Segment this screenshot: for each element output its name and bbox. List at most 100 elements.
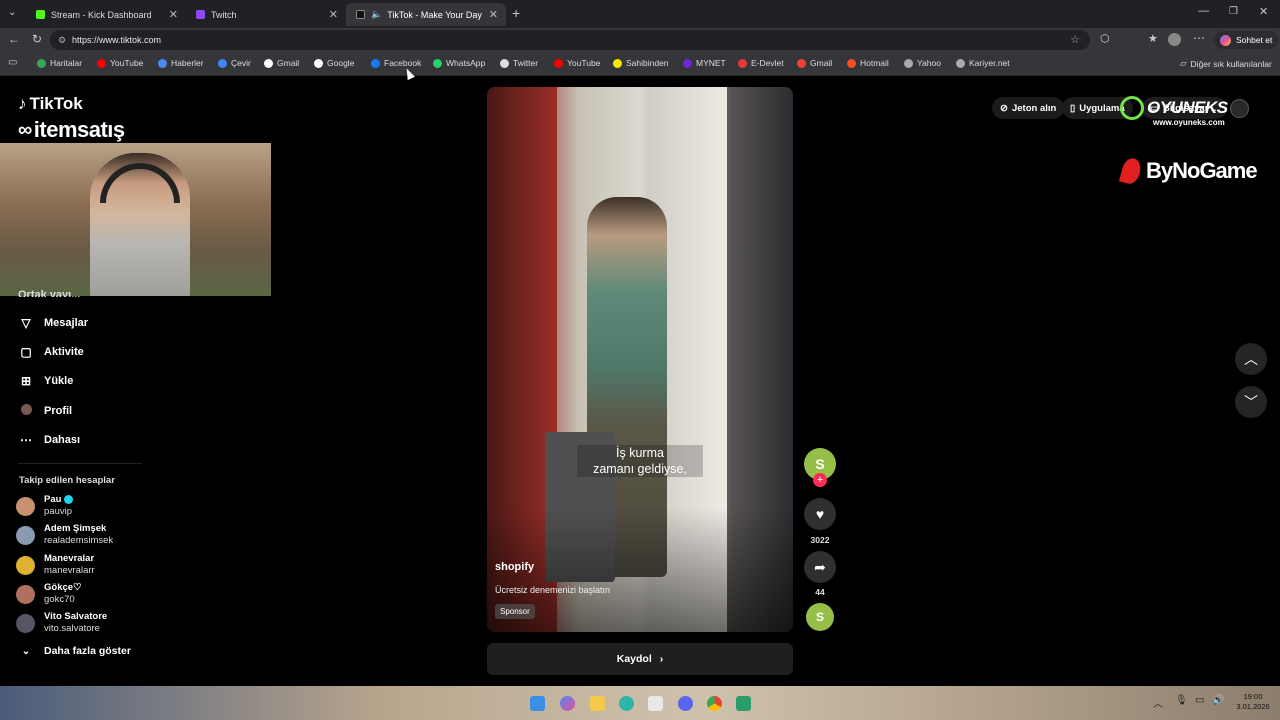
bookmark-favicon-icon xyxy=(738,58,747,68)
sidebar-item-aktivite[interactable]: ▢ Aktivite xyxy=(18,345,84,359)
close-tab-icon[interactable]: ✕ xyxy=(169,8,178,21)
bookmark-item[interactable]: Gmail xyxy=(797,58,832,68)
bookmark-item[interactable]: E-Devlet xyxy=(738,58,784,68)
bookmark-item[interactable]: WhatsApp xyxy=(433,58,485,68)
share-arrow-icon: ➦ xyxy=(814,558,826,575)
avatar xyxy=(16,556,35,575)
bookmark-item[interactable]: Facebook xyxy=(371,58,421,68)
bookmark-favicon-icon xyxy=(904,58,913,68)
message-icon: ▢ xyxy=(20,345,32,359)
edge-icon[interactable] xyxy=(619,696,634,711)
favorite-star-icon[interactable]: ☆ xyxy=(1070,30,1080,50)
sidebar-item-label: Mesajlar xyxy=(44,317,89,329)
following-account[interactable]: Manevralar manevralarr xyxy=(16,553,95,577)
bookmark-item[interactable]: Gmail xyxy=(264,58,299,68)
bookmark-favicon-icon xyxy=(797,58,806,68)
chrome-icon[interactable] xyxy=(707,696,722,711)
bookmark-label: Haberler xyxy=(171,58,204,68)
bynogame-flame-icon xyxy=(1118,156,1144,186)
sidebar-item-profil[interactable]: Profil xyxy=(18,404,72,418)
tab-tiktok[interactable]: 🔈 TikTok - Make Your Day ✕ xyxy=(346,3,506,26)
restore-button[interactable]: ❐ xyxy=(1229,6,1238,17)
sidebar-item-yukle[interactable]: ⊞ Yükle xyxy=(18,374,73,388)
microphone-icon[interactable]: 🎙 xyxy=(1175,695,1188,706)
bookmark-item[interactable]: YouTube xyxy=(97,58,143,68)
profile-avatar[interactable] xyxy=(1168,33,1181,46)
like-button[interactable]: ♥ xyxy=(804,498,836,530)
bookmark-label: Facebook xyxy=(384,58,422,68)
bookmark-item[interactable]: Kariyer.net xyxy=(956,58,1010,68)
close-tab-icon[interactable]: ✕ xyxy=(489,8,498,21)
bookmark-item[interactable]: Haberler xyxy=(158,58,204,68)
bookmark-item[interactable]: MYNET xyxy=(683,58,726,68)
bynogame-text: ByNoGame xyxy=(1146,158,1258,183)
bookmark-item[interactable]: Yahoo xyxy=(904,58,941,68)
bookmark-label: Haritalar xyxy=(50,58,83,68)
url-input[interactable]: ⚙ https://www.tiktok.com ☆ xyxy=(50,30,1090,50)
following-account[interactable]: Gökçe♡ gokc70 xyxy=(16,582,82,606)
tab-kick[interactable]: Stream - Kick Dashboard ✕ xyxy=(26,3,186,26)
bookmark-item[interactable]: Haritalar xyxy=(37,58,82,68)
sidebar-toggle-icon[interactable]: ▭ xyxy=(8,57,17,68)
follow-plus-button[interactable]: + xyxy=(813,473,827,487)
account-handle: vito.salvatore xyxy=(44,623,100,634)
tray-chevron-icon[interactable]: ︿ xyxy=(1153,695,1163,710)
discord-icon[interactable] xyxy=(678,696,693,711)
app-icon[interactable] xyxy=(736,696,751,711)
back-icon[interactable]: ← xyxy=(8,32,20,46)
site-info-icon[interactable]: ⚙ xyxy=(58,30,66,50)
sidebar-item-label: Ortak yayı... xyxy=(18,289,81,297)
close-window-button[interactable]: ✕ xyxy=(1259,5,1268,18)
favorites-icon[interactable]: ★ xyxy=(1148,32,1158,45)
display-icon[interactable]: ▭ xyxy=(1195,695,1204,706)
reload-icon[interactable]: ↻ xyxy=(32,32,42,46)
tiktok-logo-text: TikTok xyxy=(29,94,83,113)
minimize-button[interactable]: — xyxy=(1198,5,1209,17)
bookmark-item[interactable]: YouTube xyxy=(554,58,600,68)
clock-date: 3.01.2026 xyxy=(1236,702,1270,711)
folder-icon: ▱ xyxy=(1180,58,1187,68)
following-account[interactable]: Vito Salvatore vito.salvatore xyxy=(16,611,107,635)
bookmarks-bar: ▭ Haritalar YouTube Haberler Çevir Gmail Goog… xyxy=(0,52,1280,76)
sidebar-item-label: Aktivite xyxy=(44,346,84,358)
copilot-button[interactable]: Sohbet et xyxy=(1214,31,1279,49)
show-more-button[interactable]: ⌄ Daha fazla göster xyxy=(18,645,131,657)
start-icon[interactable] xyxy=(530,696,545,711)
bookmark-item[interactable]: Hotmail xyxy=(847,58,889,68)
tab-twitch[interactable]: Twitch ✕ xyxy=(186,3,346,26)
music-disc-button[interactable]: S xyxy=(806,603,834,631)
next-video-button[interactable]: ﹀ xyxy=(1235,386,1267,418)
new-tab-button[interactable]: + xyxy=(512,5,520,21)
video-player[interactable]: İş kurma zamanı geldiyse, shopify Ücrets… xyxy=(487,87,793,632)
sidebar-item-mesajlar[interactable]: ▽ Mesajlar xyxy=(18,316,88,330)
share-button[interactable]: ➦ xyxy=(804,551,836,583)
video-author[interactable]: shopify xyxy=(495,561,534,573)
extensions-icon[interactable]: ⬡ xyxy=(1100,32,1110,45)
bookmark-item[interactable]: Google xyxy=(314,58,354,68)
account-handle: realademsimsek xyxy=(44,535,114,546)
bookmark-item[interactable]: Sahibinden xyxy=(613,58,669,68)
more-menu-icon[interactable]: ⋯ xyxy=(1193,31,1205,45)
signup-button[interactable]: Kaydol › xyxy=(487,643,793,675)
previous-video-button[interactable]: ︿ xyxy=(1235,343,1267,375)
coins-button[interactable]: ⊘ Jeton alın xyxy=(992,97,1065,119)
following-account[interactable]: Pau pauvip xyxy=(16,494,74,518)
other-bookmarks-folder[interactable]: ▱ Diğer sık kullanılanlar xyxy=(1180,58,1272,69)
volume-icon[interactable]: 🔊 xyxy=(1212,695,1224,706)
following-account[interactable]: Adem Şimşek realademsimsek xyxy=(16,523,113,547)
clock[interactable]: 19:00 3.01.2026 xyxy=(1228,692,1278,712)
tiktok-logo[interactable]: ♪ TikTok xyxy=(18,94,83,114)
account-name: Adem Şimşek xyxy=(44,523,107,534)
sidebar-item-dahasi[interactable]: ⋯ Dahası xyxy=(18,433,80,447)
close-tab-icon[interactable]: ✕ xyxy=(329,8,338,21)
bookmark-label: Kariyer.net xyxy=(969,58,1010,68)
file-explorer-icon[interactable] xyxy=(590,696,605,711)
bookmark-item[interactable]: Twitter xyxy=(500,58,538,68)
bookmark-item[interactable]: Çevir xyxy=(218,58,251,68)
tab-list-chevron-icon[interactable]: ⌄ xyxy=(8,7,16,18)
copilot-icon[interactable] xyxy=(560,696,575,711)
sidebar-item-partial[interactable]: Ortak yayı... xyxy=(18,289,80,297)
tab-title: Stream - Kick Dashboard xyxy=(51,9,152,20)
store-icon[interactable] xyxy=(648,696,663,711)
avatar xyxy=(16,526,35,545)
